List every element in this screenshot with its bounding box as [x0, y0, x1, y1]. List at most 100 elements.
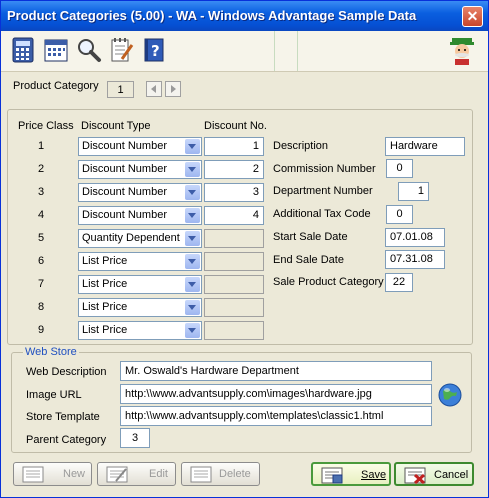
chevron-down-icon[interactable] [185, 277, 200, 292]
delete-button[interactable]: Delete [181, 462, 260, 486]
next-record-button[interactable] [165, 81, 181, 97]
chevron-down-icon[interactable] [185, 185, 200, 200]
discount-type-header: Discount Type [81, 120, 151, 132]
department-number-label: Department Number [273, 185, 373, 197]
start-sale-date-label: Start Sale Date [273, 231, 348, 243]
price-class-number: 5 [38, 232, 45, 244]
web-description-label: Web Description [26, 366, 107, 378]
sale-product-category-label: Sale Product Category [273, 276, 384, 288]
discount-type-dropdown[interactable]: Discount Number [78, 137, 202, 156]
previous-record-button[interactable] [146, 81, 162, 97]
chevron-down-icon[interactable] [185, 162, 200, 177]
chevron-down-icon[interactable] [185, 323, 200, 338]
price-class-header: Price Class [18, 120, 74, 132]
discount-no-header: Discount No. [204, 120, 267, 132]
delete-record-icon [190, 466, 212, 483]
parent-category-field[interactable]: 3 [120, 428, 150, 448]
product-category-label: Product Category [13, 80, 99, 92]
discount-type-dropdown[interactable]: Discount Number [78, 183, 202, 202]
discount-type-dropdown[interactable]: Discount Number [78, 160, 202, 179]
chevron-down-icon[interactable] [185, 208, 200, 223]
chevron-down-icon[interactable] [185, 254, 200, 269]
toolbar: ? [1, 31, 488, 72]
store-template-field[interactable]: http:\\www.advantsupply.com\templates\cl… [120, 406, 432, 426]
end-sale-date-field[interactable]: 07.31.08 [385, 250, 445, 269]
discount-type-dropdown[interactable]: List Price [78, 321, 202, 340]
discount-type-value: Discount Number [82, 140, 167, 152]
discount-number-field [204, 252, 264, 271]
sale-product-category-field[interactable]: 22 [385, 273, 413, 292]
chevron-down-icon[interactable] [185, 300, 200, 315]
chevron-down-icon[interactable] [185, 231, 200, 246]
notepad-icon[interactable] [108, 37, 134, 63]
start-sale-date-field[interactable]: 07.01.08 [385, 228, 445, 247]
cancel-button[interactable]: Cancel [394, 462, 474, 486]
new-button[interactable]: New [13, 462, 92, 486]
edit-button[interactable]: Edit [97, 462, 176, 486]
discount-number-field[interactable]: 4 [204, 206, 264, 225]
cartoon-guy-icon [446, 34, 478, 66]
svg-text:?: ? [151, 42, 160, 60]
department-number-field[interactable]: 1 [398, 182, 429, 201]
globe-icon[interactable] [438, 383, 462, 407]
cancel-button-label: Cancel [434, 469, 469, 481]
price-class-number: 7 [38, 278, 45, 290]
description-field[interactable]: Hardware [385, 137, 465, 156]
product-categories-window: Product Categories (5.00) - WA - Windows… [0, 0, 489, 498]
discount-number-field[interactable]: 1 [204, 137, 264, 156]
price-class-number: 2 [38, 163, 45, 175]
help-book-icon[interactable]: ? [141, 37, 167, 63]
save-button-label: Save [361, 469, 387, 481]
discount-type-dropdown[interactable]: List Price [78, 298, 202, 317]
web-description-field[interactable]: Mr. Oswald's Hardware Department [120, 361, 432, 381]
discount-type-dropdown[interactable]: List Price [78, 275, 202, 294]
magnifier-icon[interactable] [76, 37, 102, 63]
web-store-title: Web Store [23, 346, 79, 358]
discount-type-value: Quantity Dependent [82, 232, 180, 244]
discount-number-field[interactable]: 3 [204, 183, 264, 202]
image-url-label: Image URL [26, 389, 82, 401]
save-button[interactable]: Save [311, 462, 391, 486]
additional-tax-code-label: Additional Tax Code [273, 208, 371, 220]
price-class-number: 9 [38, 324, 45, 336]
discount-type-dropdown[interactable]: List Price [78, 252, 202, 271]
discount-number-field [204, 298, 264, 317]
discount-number-field [204, 275, 264, 294]
calculator-icon[interactable] [10, 37, 36, 63]
discount-type-value: List Price [82, 324, 128, 336]
price-class-number: 8 [38, 301, 45, 313]
discount-number-field [204, 229, 264, 248]
chevron-down-icon[interactable] [185, 139, 200, 154]
price-class-number: 6 [38, 255, 45, 267]
commission-number-field[interactable]: 0 [386, 159, 413, 178]
additional-tax-code-field[interactable]: 0 [386, 205, 413, 224]
window-title: Product Categories (5.00) - WA - Windows… [7, 8, 417, 23]
discount-type-value: Discount Number [82, 186, 167, 198]
discount-number-field[interactable]: 2 [204, 160, 264, 179]
end-sale-date-label: End Sale Date [273, 254, 344, 266]
product-category-number: 1 [107, 81, 134, 98]
parent-category-label: Parent Category [26, 434, 107, 446]
new-record-icon [22, 466, 44, 483]
edit-record-icon [106, 466, 128, 483]
image-url-field[interactable]: http:\\www.advantsupply.com\images\hardw… [120, 384, 432, 404]
cancel-icon [404, 467, 426, 484]
description-label: Description [273, 140, 329, 152]
discount-type-value: List Price [82, 301, 128, 313]
store-template-label: Store Template [26, 411, 100, 423]
calendar-icon[interactable] [43, 37, 69, 63]
discount-type-value: Discount Number [82, 209, 167, 221]
discount-type-dropdown[interactable]: Discount Number [78, 206, 202, 225]
edit-button-label: Edit [149, 468, 168, 480]
price-class-number: 3 [38, 186, 45, 198]
price-class-number: 4 [38, 209, 45, 221]
price-class-number: 1 [38, 140, 45, 152]
title-bar: Product Categories (5.00) - WA - Windows… [1, 1, 488, 31]
close-button[interactable]: ✕ [462, 6, 483, 27]
discount-number-field [204, 321, 264, 340]
new-button-label: New [63, 468, 86, 480]
commission-number-label: Commission Number [273, 163, 376, 175]
discount-type-value: List Price [82, 255, 128, 267]
discount-type-value: Discount Number [82, 163, 167, 175]
discount-type-dropdown[interactable]: Quantity Dependent [78, 229, 202, 248]
